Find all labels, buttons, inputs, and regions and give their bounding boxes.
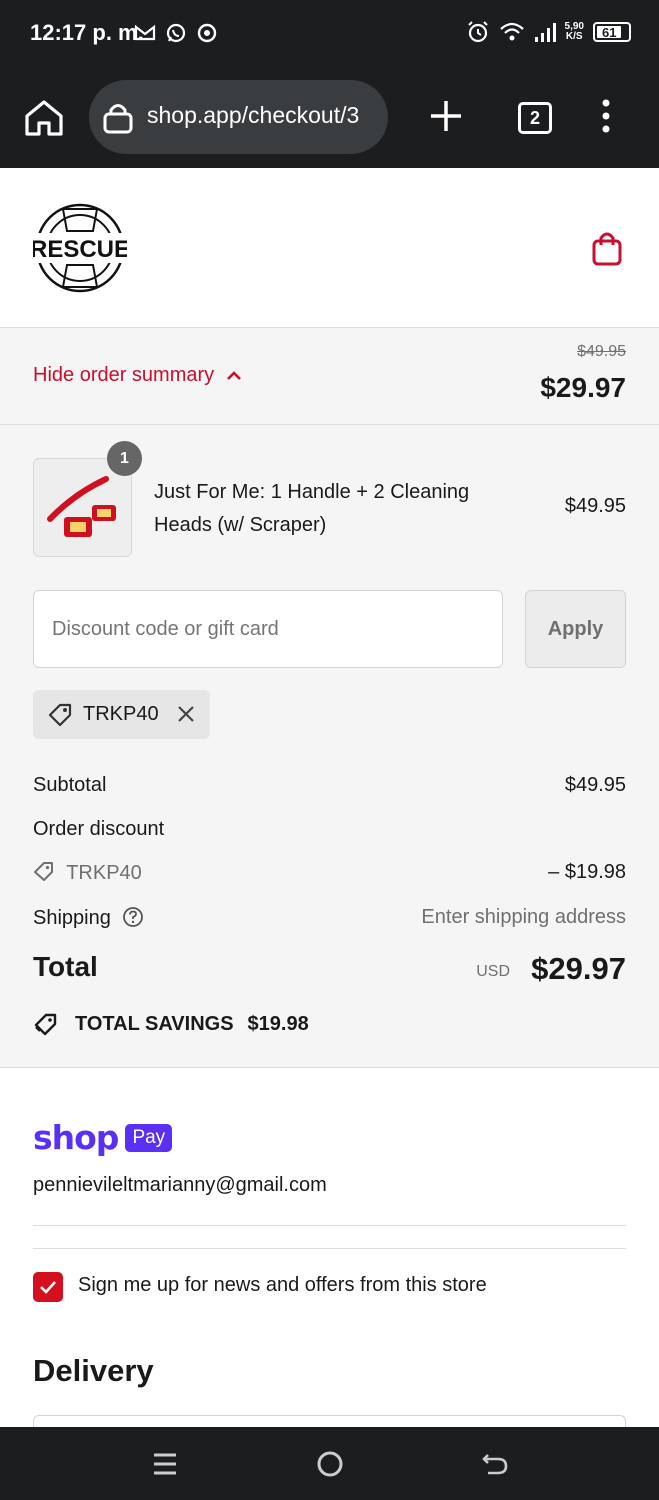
total-value: $29.97	[531, 951, 626, 986]
address-bar[interactable]: shop.app/checkout/3	[89, 80, 388, 154]
battery-level: 61	[602, 25, 617, 40]
back-nav-icon[interactable]	[480, 1449, 510, 1479]
newsletter-label[interactable]: Sign me up for news and offers from this…	[78, 1274, 487, 1297]
newsletter-checkbox[interactable]	[33, 1272, 63, 1302]
savings-tag-icon	[34, 1013, 57, 1036]
shop-pay-pill: Pay	[125, 1123, 173, 1152]
savings-label: TOTAL SAVINGS	[75, 1012, 234, 1035]
url-text: shop.app/checkout/3	[147, 102, 360, 128]
shipping-row: Shipping Enter shipping address	[33, 906, 626, 930]
home-nav-icon[interactable]	[315, 1449, 345, 1479]
checkmark-icon	[40, 1281, 56, 1294]
new-tab-icon[interactable]	[428, 98, 464, 134]
shipping-value: Enter shipping address	[421, 906, 626, 928]
shipping-label: Shipping	[33, 907, 111, 929]
hide-summary-button[interactable]: Hide order summary	[33, 364, 242, 387]
chevron-up-icon	[227, 370, 242, 380]
original-price: $49.95	[577, 343, 626, 360]
android-nav-bar	[0, 1427, 659, 1500]
signal-icon	[534, 23, 556, 42]
applied-code: TRKP40	[83, 703, 159, 725]
system-icons: 5,90 K/S 61	[466, 20, 631, 44]
discount-value: – $19.98	[548, 861, 626, 883]
product-name: Just For Me: 1 Handle + 2 Cleaning Heads…	[154, 481, 470, 536]
network-speed: 5,90 K/S	[565, 22, 584, 42]
quantity-badge: 1	[107, 441, 142, 476]
shop-pay-word: shop	[33, 1118, 119, 1157]
order-discount-row: Order discount	[33, 818, 626, 841]
alarm-icon	[467, 21, 488, 43]
product-price: $49.95	[564, 495, 626, 517]
chrome-icon	[197, 23, 217, 43]
order-summary: 1 Just For Me: 1 Handle + 2 Cleaning Hea…	[0, 425, 659, 1068]
hide-summary-label: Hide order summary	[33, 364, 215, 386]
notification-icons	[134, 22, 218, 44]
browser-toolbar: shop.app/checkout/3 2	[0, 66, 659, 168]
store-header: RESCUE	[0, 168, 659, 328]
subtotal-value: $49.95	[564, 774, 626, 796]
subtotal-row: Subtotal $49.95	[33, 774, 626, 797]
tag-icon	[48, 703, 72, 726]
applied-discount-chip: TRKP40	[33, 690, 210, 739]
divider	[33, 1248, 626, 1249]
total-savings: TOTAL SAVINGS $19.98	[33, 1011, 309, 1037]
shopping-bag-icon[interactable]	[591, 230, 623, 266]
discount-code-input[interactable]	[33, 590, 503, 668]
recent-apps-icon[interactable]	[150, 1449, 180, 1479]
divider	[33, 1225, 626, 1226]
summary-price: $29.97	[540, 372, 626, 403]
order-summary-toggle[interactable]: Hide order summary $49.95 $29.97	[0, 328, 659, 425]
discount-code-label: TRKP40	[66, 862, 142, 884]
apply-discount-button[interactable]: Apply	[525, 590, 626, 668]
tab-switcher-button[interactable]: 2	[518, 102, 552, 134]
savings-value: $19.98	[247, 1012, 309, 1035]
status-bar: 12:17 p. m. 5,90 K/S 61	[0, 0, 659, 66]
status-time: 12:17 p. m.	[30, 20, 144, 45]
remove-discount-icon[interactable]	[176, 704, 196, 724]
subtotal-label: Subtotal	[33, 774, 107, 796]
total-label: Total	[33, 951, 98, 982]
wifi-icon	[499, 22, 524, 41]
total-currency: USD	[476, 963, 510, 980]
net-speed-unit: K/S	[565, 31, 583, 42]
delivery-heading: Delivery	[33, 1353, 154, 1388]
logo-text: RESCUE	[33, 236, 127, 263]
lock-icon	[103, 104, 133, 134]
whatsapp-icon	[166, 23, 186, 43]
help-icon[interactable]	[122, 906, 144, 928]
shop-pay-logo: shop Pay	[33, 1118, 173, 1157]
battery-icon: 61	[593, 22, 631, 42]
tag-icon	[34, 862, 53, 881]
store-logo[interactable]: RESCUE	[33, 201, 127, 295]
total-row: Total USD $29.97	[33, 951, 626, 991]
discount-code-row: TRKP40 – $19.98	[33, 861, 626, 885]
more-menu-icon[interactable]	[596, 98, 616, 134]
home-icon[interactable]	[22, 96, 66, 140]
order-discount-label: Order discount	[33, 818, 165, 840]
gmail-icon	[134, 24, 156, 41]
contact-email: pennievileltmarianny@gmail.com	[33, 1174, 327, 1196]
